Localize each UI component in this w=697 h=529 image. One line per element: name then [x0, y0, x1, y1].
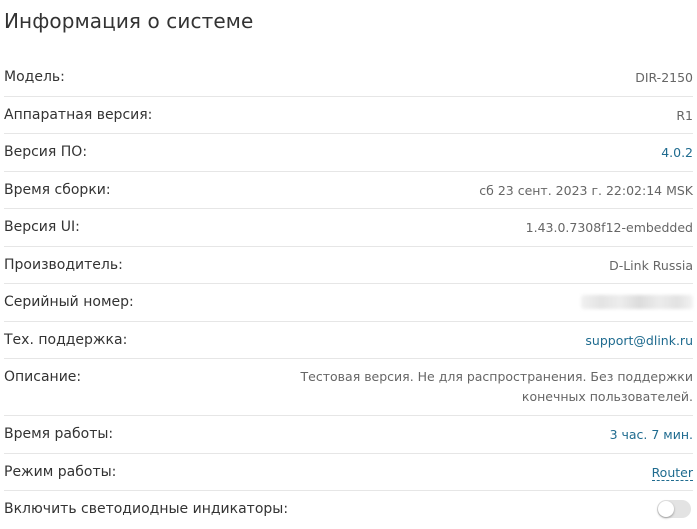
vendor-value: D-Link Russia: [609, 257, 693, 273]
mode-link[interactable]: Router: [651, 454, 693, 491]
uptime-label: Время работы:: [4, 426, 114, 442]
info-row-model: Модель: DIR-2150: [4, 59, 693, 97]
uptime-value: 3 час. 7 мин.: [609, 427, 693, 442]
fw-version-label: Версия ПО:: [4, 144, 88, 160]
vendor-label: Производитель:: [4, 256, 123, 273]
support-email-link[interactable]: support@dlink.ru: [585, 322, 693, 359]
serial-label: Серийный номер:: [4, 294, 134, 310]
info-row-mode: Режим работы: Router: [4, 454, 693, 491]
support-label: Тех. поддержка:: [4, 331, 128, 348]
mode-label: Режим работы:: [4, 463, 117, 480]
info-row-vendor: Производитель: D-Link Russia: [4, 247, 693, 284]
info-row-fw-version: Версия ПО: 4.0.2: [4, 134, 693, 172]
hw-version-label: Аппаратная версия:: [4, 106, 153, 123]
description-line-1: Тестовая версия. Не для распространения.…: [300, 369, 693, 384]
description-value: Тестовая версия. Не для распространения.…: [273, 367, 693, 407]
build-time-label: Время сборки:: [4, 181, 111, 198]
mode-link-text[interactable]: Router: [651, 464, 693, 481]
info-row-support: Тех. поддержка: support@dlink.ru: [4, 322, 693, 359]
info-row-description: Описание: Тестовая версия. Не для распро…: [4, 359, 693, 416]
hw-version-value: R1: [676, 107, 693, 123]
serial-value-redacted: [581, 295, 693, 309]
ui-version-label: Версия UI:: [4, 219, 80, 235]
description-line-2: конечных пользователей.: [521, 389, 693, 404]
info-row-leds: Включить светодиодные индикаторы:: [4, 491, 693, 529]
page-title: Информация о системе: [4, 9, 254, 33]
model-label: Модель:: [4, 69, 65, 85]
info-row-serial: Серийный номер:: [4, 284, 693, 322]
info-row-ui-version: Версия UI: 1.43.0.7308f12-embedded: [4, 209, 693, 247]
description-label: Описание:: [4, 369, 82, 385]
leds-label: Включить светодиодные индикаторы:: [4, 501, 289, 517]
ui-version-value: 1.43.0.7308f12-embedded: [525, 220, 693, 235]
info-row-hw-version: Аппаратная версия: R1: [4, 97, 693, 134]
toggle-knob: [658, 501, 674, 517]
leds-toggle[interactable]: [657, 500, 691, 518]
fw-version-link[interactable]: 4.0.2: [661, 134, 693, 171]
model-value: DIR-2150: [635, 70, 693, 85]
build-time-value: сб 23 сент. 2023 г. 22:02:14 MSK: [479, 182, 693, 198]
system-info-panel: Информация о системе Модель: DIR-2150 Ап…: [0, 0, 697, 521]
info-row-build-time: Время сборки: сб 23 сент. 2023 г. 22:02:…: [4, 172, 693, 209]
info-list: Модель: DIR-2150 Аппаратная версия: R1 В…: [4, 59, 693, 529]
info-row-uptime: Время работы: 3 час. 7 мин.: [4, 416, 693, 454]
